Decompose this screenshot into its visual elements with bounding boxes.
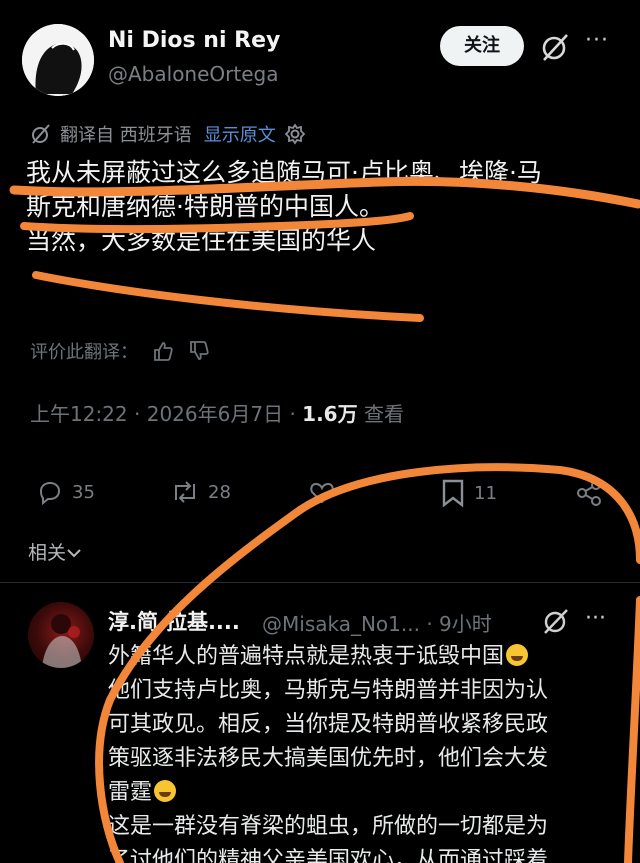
repost-icon	[175, 481, 195, 503]
share-icon	[577, 480, 601, 506]
tweet-actions: 35 28 11	[0, 478, 640, 522]
share-button[interactable]	[574, 478, 612, 508]
gear-icon[interactable]	[284, 123, 306, 145]
thumbs-up-icon[interactable]	[152, 340, 174, 362]
views-label: 查看	[363, 402, 404, 426]
tweet-detail-page: Ni Dios ni Rey @AbaloneOrtega 关注 ··· 翻译自…	[0, 0, 640, 863]
reply-line: 外籍华人的普遍特点就是热衷于诋毁中国	[108, 640, 608, 674]
meta-separator: ·	[134, 402, 141, 426]
reply-line: 可其政见。相反，当你提及特朗普收紧移民政	[108, 712, 549, 737]
rate-translation-label: 评价此翻译：	[30, 342, 138, 363]
author-display-name[interactable]: Ni Dios ni Rey	[108, 28, 280, 53]
reply-avatar[interactable]	[28, 602, 94, 668]
divider	[0, 582, 640, 583]
reply-line: 了讨他们的精神父亲美国欢心，从而通过踩着	[108, 848, 549, 863]
translated-from-label: 翻译自 西班牙语	[60, 125, 192, 146]
repost-button[interactable]: 28	[170, 478, 231, 506]
chevron-down-icon	[67, 549, 81, 558]
laughing-tears-emoji-icon	[506, 644, 529, 666]
rate-translation-row: 评价此翻译：	[30, 338, 210, 364]
reply-line: 他们支持卢比奥，马斯克与特朗普并非因为认	[108, 678, 549, 703]
sweat-smile-emoji-icon	[154, 780, 177, 802]
tweet-meta: 上午12:22 · 2026年6月7日 · 1.6万 查看	[30, 398, 404, 427]
reply-line: 雷霆	[108, 776, 608, 810]
reply-count: 35	[72, 481, 95, 503]
show-original-link[interactable]: 显示原文	[204, 121, 276, 147]
grok-icon[interactable]	[542, 607, 570, 635]
related-label: 相关	[28, 542, 67, 564]
bookmark-count: 11	[474, 482, 497, 504]
reply-line: 这是一群没有脊梁的蛆虫，所做的一切都是为	[108, 814, 549, 839]
tweet-line: 斯克和唐纳德·特朗普的中国人。	[26, 192, 384, 221]
reply-line: 策驱逐非法移民大搞美国优先时，他们会大发	[108, 746, 549, 771]
repost-count: 28	[208, 481, 231, 503]
tweet-time[interactable]: 上午12:22	[30, 402, 128, 426]
reply-handle-time[interactable]: @Misaka_No1... · 9小时	[262, 608, 492, 637]
translation-notice: 翻译自 西班牙语 显示原文	[30, 120, 306, 148]
author-handle[interactable]: @AbaloneOrtega	[108, 62, 278, 86]
tweet-line: 当然，大多数是住在美国的华人	[26, 226, 377, 255]
tweet-line: 我从未屏蔽过这么多追随马可·卢比奥、埃隆·马	[26, 158, 542, 187]
reply-display-name[interactable]: 淳.简.拉基....	[108, 606, 240, 636]
tweet-text: 我从未屏蔽过这么多追随马可·卢比奥、埃隆·马 斯克和唐纳德·特朗普的中国人。 当…	[26, 156, 616, 258]
thumbs-down-icon[interactable]	[188, 340, 210, 362]
meta-separator: ·	[289, 402, 296, 426]
reply-more-options-icon[interactable]: ···	[585, 606, 606, 631]
follow-button[interactable]: 关注	[440, 26, 524, 66]
author-avatar[interactable]	[22, 24, 94, 96]
grok-icon[interactable]	[540, 32, 570, 62]
reply-icon	[39, 481, 61, 506]
grok-translate-icon	[32, 124, 50, 144]
tweet-date[interactable]: 2026年6月7日	[147, 402, 283, 426]
bookmark-icon	[442, 479, 464, 508]
bookmark-button[interactable]: 11	[440, 478, 497, 508]
heart-icon	[310, 482, 334, 504]
related-toggle[interactable]: 相关	[28, 538, 82, 565]
more-options-icon[interactable]: ···	[585, 28, 609, 53]
reply-text: 外籍华人的普遍特点就是热衷于诋毁中国 他们支持卢比奥，马斯克与特朗普并非因为认 …	[108, 640, 608, 863]
reply-button[interactable]: 35	[36, 478, 95, 506]
views-count[interactable]: 1.6万	[302, 402, 357, 426]
like-button[interactable]	[308, 478, 344, 506]
